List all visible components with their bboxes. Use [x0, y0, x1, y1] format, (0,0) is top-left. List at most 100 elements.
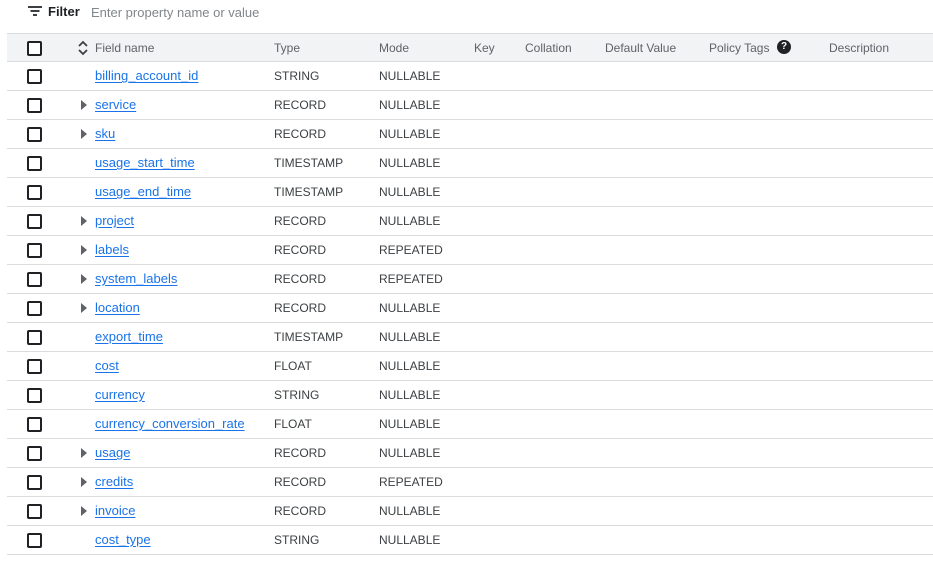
- row-checkbox[interactable]: [27, 214, 42, 229]
- table-row[interactable]: export_time TIMESTAMP NULLABLE: [7, 323, 933, 352]
- field-type: RECORD: [274, 475, 327, 489]
- help-icon[interactable]: ?: [777, 40, 791, 54]
- table-row[interactable]: usage RECORD NULLABLE: [7, 439, 933, 468]
- field-name-link[interactable]: currency_conversion_rate: [95, 410, 245, 438]
- row-checkbox[interactable]: [27, 504, 42, 519]
- field-name-link[interactable]: cost: [95, 352, 119, 380]
- field-name-link[interactable]: credits: [95, 468, 133, 496]
- field-type: TIMESTAMP: [274, 330, 344, 344]
- table-header-row: Field name Type Mode Key Collation Defau…: [7, 33, 933, 62]
- field-type: STRING: [274, 69, 320, 83]
- row-checkbox[interactable]: [27, 69, 42, 84]
- field-name-link[interactable]: usage_end_time: [95, 178, 191, 206]
- field-name-link[interactable]: system_labels: [95, 265, 177, 293]
- field-mode: NULLABLE: [379, 98, 441, 112]
- row-checkbox[interactable]: [27, 475, 42, 490]
- row-checkbox[interactable]: [27, 272, 42, 287]
- field-mode: NULLABLE: [379, 533, 441, 547]
- field-name-link[interactable]: labels: [95, 236, 129, 264]
- field-name-link[interactable]: service: [95, 91, 136, 119]
- filter-bar: Filter: [0, 0, 933, 26]
- field-name-link[interactable]: location: [95, 294, 140, 322]
- expand-arrow-icon[interactable]: [81, 506, 87, 516]
- field-name-link[interactable]: project: [95, 207, 134, 235]
- field-name-link[interactable]: invoice: [95, 497, 135, 525]
- field-type: RECORD: [274, 504, 327, 518]
- column-header-description: Description: [829, 41, 890, 55]
- field-mode: NULLABLE: [379, 417, 441, 431]
- field-type: RECORD: [274, 272, 327, 286]
- table-row[interactable]: location RECORD NULLABLE: [7, 294, 933, 323]
- field-type: STRING: [274, 388, 320, 402]
- column-header-field-name[interactable]: Field name: [95, 34, 154, 62]
- field-mode: NULLABLE: [379, 359, 441, 373]
- table-row[interactable]: credits RECORD REPEATED: [7, 468, 933, 497]
- column-header-collation: Collation: [525, 41, 572, 55]
- select-all-checkbox[interactable]: [27, 41, 42, 56]
- row-checkbox[interactable]: [27, 417, 42, 432]
- table-row[interactable]: invoice RECORD NULLABLE: [7, 497, 933, 526]
- column-header-default-value: Default Value: [605, 41, 677, 55]
- row-checkbox[interactable]: [27, 330, 42, 345]
- row-checkbox[interactable]: [27, 388, 42, 403]
- table-row[interactable]: usage_end_time TIMESTAMP NULLABLE: [7, 178, 933, 207]
- expand-arrow-icon[interactable]: [81, 448, 87, 458]
- column-header-key: Key: [474, 41, 495, 55]
- field-mode: NULLABLE: [379, 446, 441, 460]
- row-checkbox[interactable]: [27, 359, 42, 374]
- expand-arrow-icon[interactable]: [81, 477, 87, 487]
- table-row[interactable]: billing_account_id STRING NULLABLE: [7, 62, 933, 91]
- table-row[interactable]: cost FLOAT NULLABLE: [7, 352, 933, 381]
- table-row[interactable]: system_labels RECORD REPEATED: [7, 265, 933, 294]
- field-mode: REPEATED: [379, 243, 443, 257]
- field-name-link[interactable]: export_time: [95, 323, 163, 351]
- field-type: RECORD: [274, 127, 327, 141]
- filter-label: Filter: [48, 4, 80, 19]
- row-checkbox[interactable]: [27, 185, 42, 200]
- table-row[interactable]: labels RECORD REPEATED: [7, 236, 933, 265]
- table-row[interactable]: sku RECORD NULLABLE: [7, 120, 933, 149]
- field-type: FLOAT: [274, 417, 312, 431]
- table-row[interactable]: project RECORD NULLABLE: [7, 207, 933, 236]
- table-row[interactable]: currency_conversion_rate FLOAT NULLABLE: [7, 410, 933, 439]
- expand-arrow-icon[interactable]: [81, 100, 87, 110]
- row-checkbox[interactable]: [27, 98, 42, 113]
- expand-arrow-icon[interactable]: [81, 303, 87, 313]
- table-row[interactable]: usage_start_time TIMESTAMP NULLABLE: [7, 149, 933, 178]
- row-checkbox[interactable]: [27, 301, 42, 316]
- field-name-link[interactable]: usage: [95, 439, 130, 467]
- filter-input[interactable]: [86, 1, 486, 23]
- field-type: TIMESTAMP: [274, 185, 344, 199]
- expand-arrow-icon[interactable]: [81, 274, 87, 284]
- field-type: RECORD: [274, 98, 327, 112]
- field-mode: NULLABLE: [379, 214, 441, 228]
- row-checkbox[interactable]: [27, 533, 42, 548]
- expand-arrow-icon[interactable]: [81, 129, 87, 139]
- filter-list-icon[interactable]: [28, 6, 42, 17]
- expand-arrow-icon[interactable]: [81, 245, 87, 255]
- field-type: RECORD: [274, 243, 327, 257]
- field-name-link[interactable]: cost_type: [95, 526, 151, 554]
- field-name-link[interactable]: currency: [95, 381, 145, 409]
- field-name-link[interactable]: billing_account_id: [95, 62, 198, 90]
- sort-unfold-icon[interactable]: [77, 40, 89, 56]
- row-checkbox[interactable]: [27, 243, 42, 258]
- column-header-policy-tags: Policy Tags: [709, 41, 770, 55]
- table-row[interactable]: currency STRING NULLABLE: [7, 381, 933, 410]
- field-mode: NULLABLE: [379, 127, 441, 141]
- field-mode: NULLABLE: [379, 301, 441, 315]
- row-checkbox[interactable]: [27, 446, 42, 461]
- row-checkbox[interactable]: [27, 127, 42, 142]
- field-mode: REPEATED: [379, 272, 443, 286]
- schema-table: Field name Type Mode Key Collation Defau…: [7, 33, 933, 555]
- table-row[interactable]: cost_type STRING NULLABLE: [7, 526, 933, 555]
- field-mode: NULLABLE: [379, 156, 441, 170]
- field-name-link[interactable]: sku: [95, 120, 115, 148]
- field-mode: NULLABLE: [379, 185, 441, 199]
- field-type: RECORD: [274, 301, 327, 315]
- expand-arrow-icon[interactable]: [81, 216, 87, 226]
- field-name-link[interactable]: usage_start_time: [95, 149, 195, 177]
- table-row[interactable]: service RECORD NULLABLE: [7, 91, 933, 120]
- row-checkbox[interactable]: [27, 156, 42, 171]
- field-type: STRING: [274, 533, 320, 547]
